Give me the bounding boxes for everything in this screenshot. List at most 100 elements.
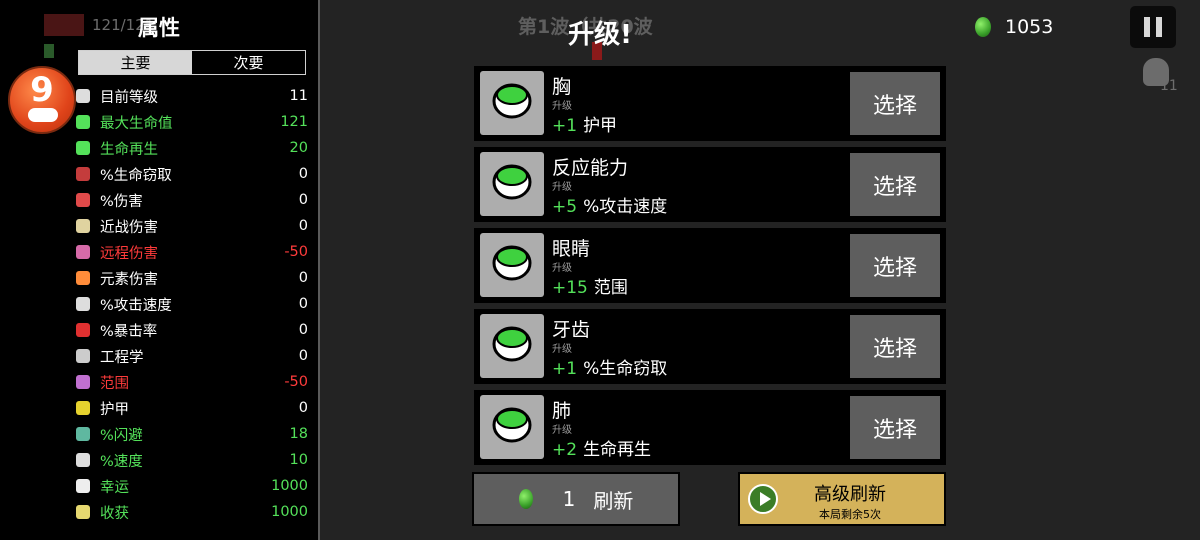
stat-value: 0 bbox=[298, 270, 308, 286]
pause-button[interactable] bbox=[1130, 6, 1176, 48]
stat-value: 1000 bbox=[271, 478, 308, 494]
stat-icon bbox=[76, 297, 90, 311]
reflex-icon bbox=[480, 152, 544, 216]
stat-label: 最大生命值 bbox=[100, 115, 173, 132]
stat-row: 最大生命值 121 bbox=[76, 109, 308, 135]
stat-row: 近战伤害 0 bbox=[76, 213, 308, 239]
stat-label: 元素伤害 bbox=[100, 271, 158, 288]
upgrade-effect: +2 生命再生 bbox=[552, 435, 651, 460]
upgrade-name: 胸 bbox=[552, 76, 572, 98]
stat-icon bbox=[76, 479, 90, 493]
stat-row: 护甲 0 bbox=[76, 395, 308, 421]
stat-row: 远程伤害 -50 bbox=[76, 239, 308, 265]
chest-armor-icon bbox=[480, 71, 544, 135]
select-button[interactable]: 选择 bbox=[850, 396, 940, 459]
stat-row: 范围 -50 bbox=[76, 369, 308, 395]
select-button[interactable]: 选择 bbox=[850, 72, 940, 135]
lungs-icon bbox=[480, 395, 544, 459]
stat-icon bbox=[76, 427, 90, 441]
stat-icon bbox=[76, 245, 90, 259]
stat-label: %速度 bbox=[100, 453, 143, 470]
stat-value: 10 bbox=[289, 452, 308, 468]
stat-icon bbox=[76, 323, 90, 337]
gamepad-icon bbox=[28, 108, 58, 122]
upgrade-name: 反应能力 bbox=[552, 157, 629, 179]
teeth-icon-art bbox=[492, 326, 532, 362]
upgrade-type: 升级 bbox=[552, 263, 572, 274]
reroll-label: 刷新 bbox=[593, 488, 634, 513]
upgrade-card: 胸升级 +1 护甲 选择 bbox=[474, 66, 946, 141]
upgrade-stat: 范围 bbox=[593, 278, 628, 298]
upgrade-card: 反应能力升级 +5 %攻击速度 选择 bbox=[474, 147, 946, 222]
stat-icon bbox=[76, 193, 90, 207]
stat-value: 20 bbox=[289, 140, 308, 156]
stat-row: %生命窃取 0 bbox=[76, 161, 308, 187]
chest-armor-icon-art bbox=[492, 83, 532, 119]
upgrade-name: 肺 bbox=[552, 400, 572, 422]
stat-row: 生命再生 20 bbox=[76, 135, 308, 161]
stat-row: 元素伤害 0 bbox=[76, 265, 308, 291]
select-button[interactable]: 选择 bbox=[850, 315, 940, 378]
premium-reroll-remaining: 本局剩余5次 bbox=[819, 508, 881, 521]
reflex-icon-art bbox=[492, 164, 532, 200]
stat-value: 0 bbox=[298, 218, 308, 234]
stat-label: %暴击率 bbox=[100, 323, 158, 340]
stats-panel: 121/121 属性 主要 次要 9 目前等级 11 最大生命值 121 生命再生 20%… bbox=[0, 0, 318, 540]
stat-label: 生命再生 bbox=[100, 141, 158, 158]
stat-label: 护甲 bbox=[100, 401, 129, 418]
stat-label: %伤害 bbox=[100, 193, 143, 210]
stat-value: 1000 bbox=[271, 504, 308, 520]
upgrade-stat: %攻击速度 bbox=[583, 197, 668, 217]
premium-reroll-button[interactable]: 高级刷新 本局剩余5次 bbox=[738, 472, 946, 526]
upgrade-type: 升级 bbox=[552, 182, 572, 193]
upgrade-type: 升级 bbox=[552, 101, 572, 112]
stat-label: 范围 bbox=[100, 375, 129, 392]
eyes-icon-art bbox=[492, 245, 532, 281]
upgrade-amount: +1 bbox=[552, 359, 578, 379]
stat-icon bbox=[76, 141, 90, 155]
stat-value: 0 bbox=[298, 348, 308, 364]
stat-icon bbox=[76, 89, 90, 103]
stat-icon bbox=[76, 219, 90, 233]
reroll-cost: 1 bbox=[562, 487, 576, 511]
upgrade-amount: +15 bbox=[552, 278, 588, 298]
premium-reroll-label: 高级刷新 bbox=[814, 484, 886, 505]
stat-icon bbox=[76, 505, 90, 519]
stat-value: -50 bbox=[284, 244, 308, 260]
upgrade-type: 升级 bbox=[552, 425, 572, 436]
select-button[interactable]: 选择 bbox=[850, 234, 940, 297]
stat-value: -50 bbox=[284, 374, 308, 390]
pause-icon-bar bbox=[1156, 17, 1162, 37]
stat-label: 远程伤害 bbox=[100, 245, 158, 262]
stat-icon bbox=[76, 271, 90, 285]
upgrade-effect: +1 %生命窃取 bbox=[552, 354, 667, 379]
upgrade-card: 眼睛 升级 +15 范围 选择 bbox=[474, 228, 946, 303]
stat-row: %攻击速度 0 bbox=[76, 291, 308, 317]
tab-secondary[interactable]: 次要 bbox=[192, 51, 305, 74]
upgrade-stat: 生命再生 bbox=[583, 440, 652, 460]
stat-list: 目前等级 11 最大生命值 121 生命再生 20 %生命窃取 0 %伤害 0 近战伤害 0 远程伤害 -… bbox=[76, 83, 308, 525]
upgrade-card: 肺升级 +2 生命再生 选择 bbox=[474, 390, 946, 465]
upgrade-amount: +5 bbox=[552, 197, 578, 217]
eyes-icon bbox=[480, 233, 544, 297]
stat-value: 11 bbox=[289, 88, 308, 104]
upgrade-stat: 护甲 bbox=[583, 116, 618, 136]
level-number: 9 bbox=[30, 70, 54, 110]
stat-icon bbox=[76, 453, 90, 467]
upgrade-type: 升级 bbox=[552, 344, 572, 355]
upgrade-effect: +15 范围 bbox=[552, 273, 628, 298]
upgrade-effect: +1 护甲 bbox=[552, 111, 617, 136]
material-gem-icon bbox=[975, 17, 991, 37]
stat-icon bbox=[76, 349, 90, 363]
lungs-icon-art bbox=[492, 407, 532, 443]
stat-row: %闪避 18 bbox=[76, 421, 308, 447]
stat-row: %暴击率 0 bbox=[76, 317, 308, 343]
select-button[interactable]: 选择 bbox=[850, 153, 940, 216]
stat-icon bbox=[76, 115, 90, 129]
upgrade-card: 牙齿 升级 +1 %生命窃取 选择 bbox=[474, 309, 946, 384]
tab-primary[interactable]: 主要 bbox=[79, 51, 192, 74]
stat-row: 幸运 1000 bbox=[76, 473, 308, 499]
stat-value: 0 bbox=[298, 322, 308, 338]
reroll-button[interactable]: 1 刷新 bbox=[472, 472, 680, 526]
material-count: 1053 bbox=[1005, 16, 1054, 38]
